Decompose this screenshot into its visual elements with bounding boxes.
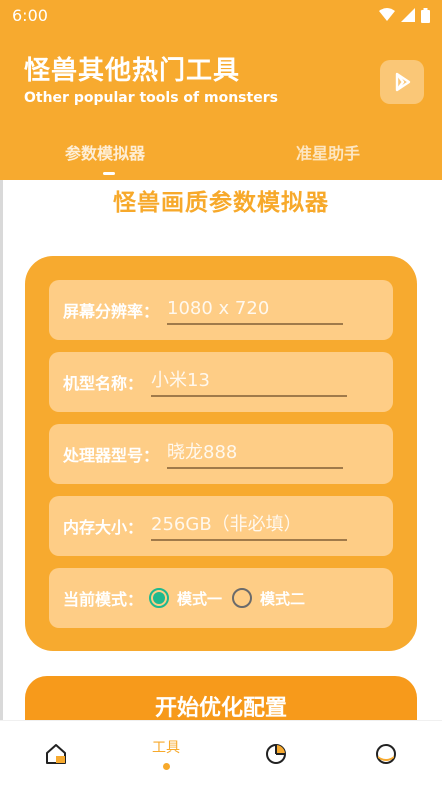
tab-bar: 参数模拟器 准星助手 — [0, 140, 442, 176]
model-label: 机型名称： — [63, 374, 144, 393]
tab-parameter-simulator[interactable]: 参数模拟器 — [65, 140, 145, 164]
processor-label: 处理器型号： — [63, 446, 160, 465]
home-icon — [46, 743, 66, 764]
mode-two-label: 模式二 — [260, 589, 306, 608]
status-bar: 6:00 — [0, 0, 442, 30]
status-icons — [379, 7, 430, 23]
pie-chart-icon — [266, 743, 286, 764]
mode-one-radio[interactable]: 模式一 — [149, 588, 222, 609]
processor-input[interactable] — [167, 439, 344, 469]
resolution-label: 屏幕分辨率： — [63, 302, 160, 321]
tab-crosshair-assistant[interactable]: 准星助手 — [296, 140, 360, 164]
nav-home[interactable] — [26, 721, 86, 786]
memory-row: 内存大小： — [49, 496, 393, 556]
mode-two-radio[interactable]: 模式二 — [232, 588, 305, 609]
wifi-icon — [379, 8, 395, 21]
nav-tools-label: 工具 — [152, 740, 180, 756]
parameter-form-card: 屏幕分辨率： 机型名称： 处理器型号： 内存大小： 当前模式： 模式一 模式二 — [25, 256, 417, 651]
battery-icon — [421, 7, 430, 23]
memory-input[interactable] — [151, 511, 348, 541]
memory-label: 内存大小： — [63, 518, 144, 537]
section-title: 怪兽画质参数模拟器 — [113, 190, 329, 216]
processor-row: 处理器型号： — [49, 424, 393, 484]
status-time: 6:00 — [12, 5, 48, 25]
model-input[interactable] — [151, 367, 348, 397]
mode-row: 当前模式： 模式一 模式二 — [49, 568, 393, 628]
radio-unchecked-icon — [232, 588, 253, 608]
profile-icon — [376, 743, 396, 764]
model-row: 机型名称： — [49, 352, 393, 412]
resolution-input[interactable] — [167, 295, 344, 325]
page-edge — [0, 180, 3, 735]
play-icon — [395, 72, 411, 92]
bottom-nav: 工具 — [0, 720, 442, 786]
tab-active-indicator — [103, 172, 115, 175]
page-title: 怪兽其他热门工具 — [24, 56, 241, 86]
page-subtitle: Other popular tools of monsters — [24, 90, 278, 106]
nav-profile[interactable] — [356, 721, 416, 786]
mode-one-label: 模式一 — [177, 589, 223, 608]
play-button[interactable] — [380, 60, 424, 104]
mode-label: 当前模式： — [63, 590, 144, 609]
signal-icon — [401, 8, 415, 22]
resolution-row: 屏幕分辨率： — [49, 280, 393, 340]
nav-active-dot — [162, 763, 170, 770]
nav-stats[interactable] — [246, 721, 306, 786]
nav-tools[interactable]: 工具 — [136, 721, 196, 786]
radio-checked-icon — [149, 588, 170, 608]
